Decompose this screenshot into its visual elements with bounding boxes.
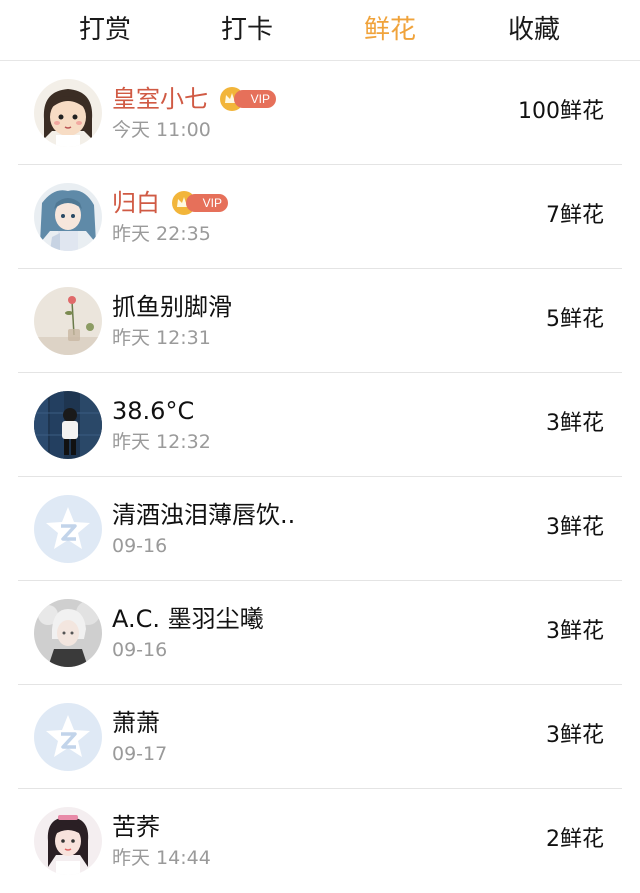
- list-item[interactable]: A.C. 墨羽尘曦 09-16 3鲜花: [0, 581, 640, 685]
- timestamp: 09-16: [112, 639, 168, 661]
- user-name: 归白: [112, 189, 160, 217]
- cartoon-girl-avatar[interactable]: [34, 79, 102, 147]
- timestamp: 昨天 22:35: [112, 223, 211, 245]
- vip-label: VIP: [234, 90, 276, 108]
- timestamp: 09-17: [112, 743, 168, 765]
- flower-count: 7鲜花: [546, 203, 604, 228]
- vip-badge: VIP: [172, 191, 228, 215]
- timestamp: 昨天 12:31: [112, 327, 211, 349]
- user-name: 苦荞: [112, 813, 160, 841]
- timestamp: 今天 11:00: [112, 119, 211, 141]
- tab-bar: 打赏 打卡 鲜花 收藏: [0, 0, 640, 61]
- list-item[interactable]: 苦荞 昨天 14:44 2鲜花: [0, 789, 640, 893]
- user-name: 抓鱼别脚滑: [112, 293, 232, 321]
- default-qq-avatar[interactable]: [34, 703, 102, 771]
- flower-count: 2鲜花: [546, 827, 604, 852]
- list-item[interactable]: 清酒浊泪薄唇饮.. 09-16 3鲜花: [0, 477, 640, 581]
- flower-count: 100鲜花: [518, 99, 604, 124]
- user-name: A.C. 墨羽尘曦: [112, 605, 264, 633]
- flower-count: 3鲜花: [546, 723, 604, 748]
- user-name: 38.6°C: [112, 397, 195, 425]
- vip-label: VIP: [186, 194, 228, 212]
- user-name: 皇室小七: [112, 85, 208, 113]
- timestamp: 昨天 14:44: [112, 847, 211, 869]
- anime-boy-avatar[interactable]: [34, 599, 102, 667]
- tab-reward[interactable]: 打赏: [45, 10, 165, 50]
- user-name: 清酒浊泪薄唇饮..: [112, 501, 296, 529]
- timestamp: 昨天 12:32: [112, 431, 211, 453]
- flower-count: 3鲜花: [546, 411, 604, 436]
- person-photo-avatar[interactable]: [34, 391, 102, 459]
- default-qq-avatar[interactable]: [34, 495, 102, 563]
- user-name: 萧萧: [112, 709, 160, 737]
- timestamp: 09-16: [112, 535, 168, 557]
- flower-vase-avatar[interactable]: [34, 287, 102, 355]
- tab-flowers[interactable]: 鲜花: [330, 10, 450, 50]
- vip-badge: VIP: [220, 87, 276, 111]
- girl-photo-avatar[interactable]: [34, 807, 102, 875]
- list-item[interactable]: 38.6°C 昨天 12:32 3鲜花: [0, 373, 640, 477]
- anime-character-avatar[interactable]: [34, 183, 102, 251]
- tab-favorites[interactable]: 收藏: [474, 10, 594, 50]
- list-item[interactable]: 抓鱼别脚滑 昨天 12:31 5鲜花: [0, 269, 640, 373]
- flower-count: 5鲜花: [546, 307, 604, 332]
- flower-count: 3鲜花: [546, 619, 604, 644]
- list-item[interactable]: 归白 VIP 昨天 22:35 7鲜花: [0, 165, 640, 269]
- tab-checkin[interactable]: 打卡: [187, 10, 307, 50]
- flower-list: 皇室小七 VIP 今天 11:00 100鲜花 归白 VIP 昨天 22:35 7鲜…: [0, 61, 640, 893]
- flower-count: 3鲜花: [546, 515, 604, 540]
- list-item[interactable]: 皇室小七 VIP 今天 11:00 100鲜花: [0, 61, 640, 165]
- list-item[interactable]: 萧萧 09-17 3鲜花: [0, 685, 640, 789]
